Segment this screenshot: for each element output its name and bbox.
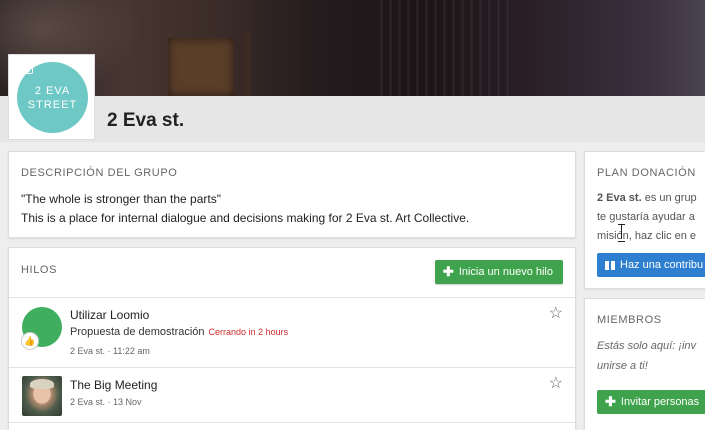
group-header (0, 96, 705, 142)
proposal-name: Propuesta de demostración (70, 326, 205, 338)
group-logo[interactable]: 2 EVA STREET (8, 54, 95, 140)
description-line2: This is a place for internal dialogue an… (21, 211, 470, 225)
plan-text: 2 Eva st. es un grup te gustaría ayudar … (597, 189, 697, 246)
donate-button[interactable]: Haz una contribu (597, 253, 705, 277)
description-card: DESCRIPCIÓN DEL GRUPO "The whole is stro… (8, 151, 576, 238)
threads-header: HILOS ✚ Inicia un nuevo hilo (9, 248, 575, 298)
plan-label: PLAN DONACIÓN (597, 167, 696, 179)
thread-proposal: Propuesta de demostración Cerrando in 2 h… (70, 326, 288, 338)
invite-button[interactable]: ✚ Invitar personas (597, 390, 705, 414)
logo-text-line2: STREET (27, 98, 78, 111)
plan-line1-rest: es un grup (641, 192, 697, 204)
star-icon[interactable]: ☆ (549, 376, 563, 392)
plan-line1: 2 Eva st. es un grup (597, 189, 697, 208)
donation-plan-card: PLAN DONACIÓN 2 Eva st. es un grup te gu… (584, 151, 705, 289)
thread-meta: 2 Eva st. · 13 Nov (70, 397, 142, 407)
author-avatar (22, 376, 62, 416)
new-thread-label: Inicia un nuevo hilo (458, 266, 553, 278)
thread-row[interactable]: The Big Meeting 2 Eva st. · 13 Nov ☆ (9, 368, 575, 423)
logo-text-line1: 2 EVA (34, 84, 71, 97)
plus-icon: ✚ (442, 264, 454, 279)
members-label: MIEMBROS (597, 314, 662, 326)
star-icon[interactable]: ☆ (549, 306, 563, 322)
thread-row[interactable]: 👍 Utilizar Loomio Propuesta de demostrac… (9, 298, 575, 368)
plan-group-name: 2 Eva st. (597, 192, 642, 204)
group-title: 2 Eva st. (107, 110, 185, 131)
thumbs-up-icon: 👍 (21, 332, 39, 350)
new-thread-button[interactable]: ✚ Inicia un nuevo hilo (434, 260, 563, 284)
plus-icon: ✚ (605, 394, 616, 409)
threads-label: HILOS (21, 264, 58, 276)
plan-line3: misión, haz clic en e (597, 230, 697, 242)
invite-label: Invitar personas (620, 396, 700, 408)
thread-meta: 2 Eva st. · 11:22 am (70, 346, 150, 356)
gift-icon (605, 260, 615, 270)
members-card: MIEMBROS Estás solo aquí: ¡inv unirse a … (584, 298, 705, 430)
members-line1: Estás solo aquí: ¡inv (597, 340, 697, 352)
camera-icon[interactable] (19, 63, 33, 74)
description-label: DESCRIPCIÓN DEL GRUPO (21, 167, 178, 179)
threads-card: HILOS ✚ Inicia un nuevo hilo 👍 Utilizar … (8, 247, 576, 430)
text-cursor-icon (618, 224, 625, 242)
thread-title[interactable]: The Big Meeting (70, 378, 157, 392)
cover-photo (0, 0, 705, 96)
plan-line2: te gustaría ayudar a (597, 211, 695, 223)
description-text: "The whole is stronger than the parts" T… (21, 190, 469, 228)
closing-badge: Cerrando in 2 hours (208, 327, 289, 337)
members-text: Estás solo aquí: ¡inv unirse a ti! (597, 336, 696, 376)
donate-label: Haz una contribu (620, 259, 704, 271)
description-line1: "The whole is stronger than the parts" (21, 192, 221, 206)
thread-title[interactable]: Utilizar Loomio (70, 308, 149, 322)
members-line2: unirse a ti! (597, 360, 648, 372)
